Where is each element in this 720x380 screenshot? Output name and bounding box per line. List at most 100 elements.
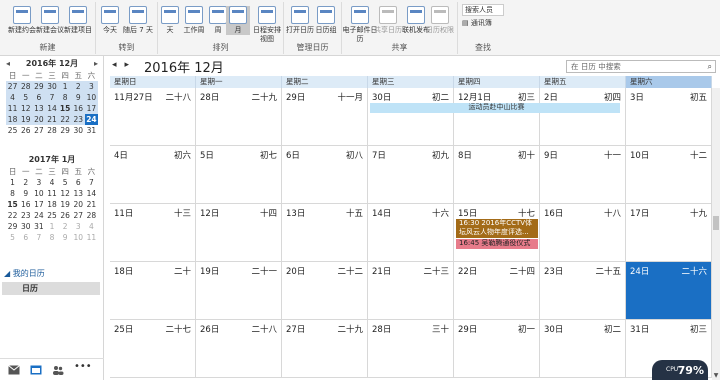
day-cell[interactable]: 24日 二十六: [626, 262, 712, 320]
address-book-button[interactable]: ▤ 通讯簿: [462, 18, 492, 28]
day-cell[interactable]: 28日 三十: [368, 320, 454, 378]
day-cell[interactable]: 8日 初十: [454, 146, 540, 204]
mini-day[interactable]: 26: [59, 210, 72, 221]
event-sports-meet[interactable]: 运动员赴中山比赛: [370, 103, 620, 113]
mini-day[interactable]: 19: [19, 114, 33, 125]
mini-day[interactable]: 28: [45, 125, 58, 136]
mini-day[interactable]: 7: [45, 92, 59, 103]
mini-day[interactable]: 29: [59, 125, 72, 136]
my-calendars-heading[interactable]: ◢ 我的日历: [4, 268, 45, 279]
mini-day[interactable]: 24: [32, 210, 45, 221]
mini-day[interactable]: 22: [6, 210, 19, 221]
calendar-search-input[interactable]: 在 日历 中搜索 ⌕: [566, 60, 716, 73]
mini-day[interactable]: 1: [45, 221, 58, 232]
day-cell[interactable]: 4日 初六: [110, 146, 196, 204]
mini-day[interactable]: 25: [45, 210, 58, 221]
mini-day[interactable]: 27: [6, 81, 20, 92]
mini-day[interactable]: 29: [6, 221, 19, 232]
vertical-scrollbar[interactable]: [712, 88, 720, 380]
event-cctv-awards[interactable]: 16:30 2016年CCTV体坛风云人物年度评选...: [456, 219, 538, 238]
mini-day[interactable]: 14: [85, 188, 98, 199]
day-cell[interactable]: 18日 二十: [110, 262, 196, 320]
day-cell[interactable]: 12月1日 初三: [454, 88, 540, 146]
mini-day[interactable]: 18: [45, 199, 58, 210]
mini-day[interactable]: 2: [59, 221, 72, 232]
mini-day[interactable]: 20: [72, 199, 85, 210]
day-cell[interactable]: 6日 初八: [282, 146, 368, 204]
day-cell[interactable]: 29日 初一: [454, 320, 540, 378]
mini-day[interactable]: 27: [32, 125, 45, 136]
calendar-icon[interactable]: [30, 365, 42, 375]
mini-day[interactable]: 19: [59, 199, 72, 210]
mini-day[interactable]: 2: [19, 177, 32, 188]
mini-day[interactable]: 3: [32, 177, 45, 188]
mini-day[interactable]: 13: [32, 103, 46, 114]
mini-day[interactable]: 7: [32, 232, 45, 243]
day-cell[interactable]: 28日 二十九: [196, 88, 282, 146]
day-cell[interactable]: 14日 十六: [368, 204, 454, 262]
mini-day[interactable]: 22: [58, 114, 72, 125]
day-cell[interactable]: 20日 二十二: [282, 262, 368, 320]
next-period-icon[interactable]: ▸: [125, 60, 138, 70]
mini-day[interactable]: 20: [32, 114, 46, 125]
mini-day[interactable]: 27: [72, 210, 85, 221]
mini-day[interactable]: 11: [85, 232, 98, 243]
day-cell[interactable]: 23日 二十五: [540, 262, 626, 320]
mini-day[interactable]: 8: [45, 232, 58, 243]
day-cell[interactable]: 12日 十四: [196, 204, 282, 262]
mini-day[interactable]: 7: [85, 177, 98, 188]
day-cell[interactable]: 22日 二十四: [454, 262, 540, 320]
mini-day[interactable]: 10: [84, 92, 98, 103]
month-view-button[interactable]: 月: [226, 6, 250, 35]
day-cell[interactable]: 30日 初二: [540, 320, 626, 378]
mini-day[interactable]: 1: [6, 177, 19, 188]
day-cell[interactable]: 19日 二十一: [196, 262, 282, 320]
prev-month-icon[interactable]: ◂: [6, 58, 10, 70]
mini-day[interactable]: 4: [85, 221, 98, 232]
scroll-thumb[interactable]: [713, 216, 719, 230]
mini-day[interactable]: 6: [32, 92, 46, 103]
mini-day[interactable]: 5: [59, 177, 72, 188]
mini-day[interactable]: 28: [19, 81, 33, 92]
day-cell[interactable]: 16日 十八: [540, 204, 626, 262]
mini-day[interactable]: 3: [72, 221, 85, 232]
day-cell[interactable]: 29日 十一月: [282, 88, 368, 146]
mini-day[interactable]: 31: [32, 221, 45, 232]
day-cell[interactable]: 27日 二十九: [282, 320, 368, 378]
mini-day[interactable]: 3: [84, 81, 98, 92]
mini-day[interactable]: 23: [71, 114, 85, 125]
mini-day[interactable]: 13: [72, 188, 85, 199]
mini-day[interactable]: 14: [45, 103, 59, 114]
day-cell[interactable]: 21日 二十三: [368, 262, 454, 320]
event-deposit-ceremony[interactable]: 16:45 吴勒腾通役仪式: [456, 239, 538, 249]
day-cell[interactable]: 11月27日 二十八: [110, 88, 196, 146]
day-cell[interactable]: 30日 初二: [368, 88, 454, 146]
calendar-list-item[interactable]: 日历: [2, 282, 100, 295]
mini-day[interactable]: 15: [6, 199, 19, 210]
mini-day[interactable]: 16: [71, 103, 85, 114]
mini-day[interactable]: 1: [58, 81, 72, 92]
mini-day[interactable]: 23: [19, 210, 32, 221]
mini-day[interactable]: 12: [59, 188, 72, 199]
mini-day[interactable]: 10: [32, 188, 45, 199]
people-icon[interactable]: [52, 365, 64, 375]
mini-day[interactable]: 6: [19, 232, 32, 243]
mini-day[interactable]: 16: [19, 199, 32, 210]
mini-day[interactable]: 30: [45, 81, 59, 92]
day-cell[interactable]: 7日 初九: [368, 146, 454, 204]
scroll-down-icon[interactable]: ▼: [712, 372, 720, 380]
mini-day[interactable]: 11: [6, 103, 20, 114]
mail-icon[interactable]: [8, 365, 20, 375]
mini-day[interactable]: 4: [45, 177, 58, 188]
mini-day[interactable]: 28: [85, 210, 98, 221]
mini-day[interactable]: 9: [59, 232, 72, 243]
mini-day[interactable]: 30: [19, 221, 32, 232]
day-cell[interactable]: 26日 二十八: [196, 320, 282, 378]
mini-day[interactable]: 17: [84, 103, 98, 114]
search-people-input[interactable]: 搜索人员: [462, 4, 504, 16]
mini-day[interactable]: 17: [32, 199, 45, 210]
mini-day[interactable]: 8: [6, 188, 19, 199]
mini-day[interactable]: 30: [72, 125, 85, 136]
mini-day[interactable]: 9: [19, 188, 32, 199]
day-cell[interactable]: 13日 十五: [282, 204, 368, 262]
